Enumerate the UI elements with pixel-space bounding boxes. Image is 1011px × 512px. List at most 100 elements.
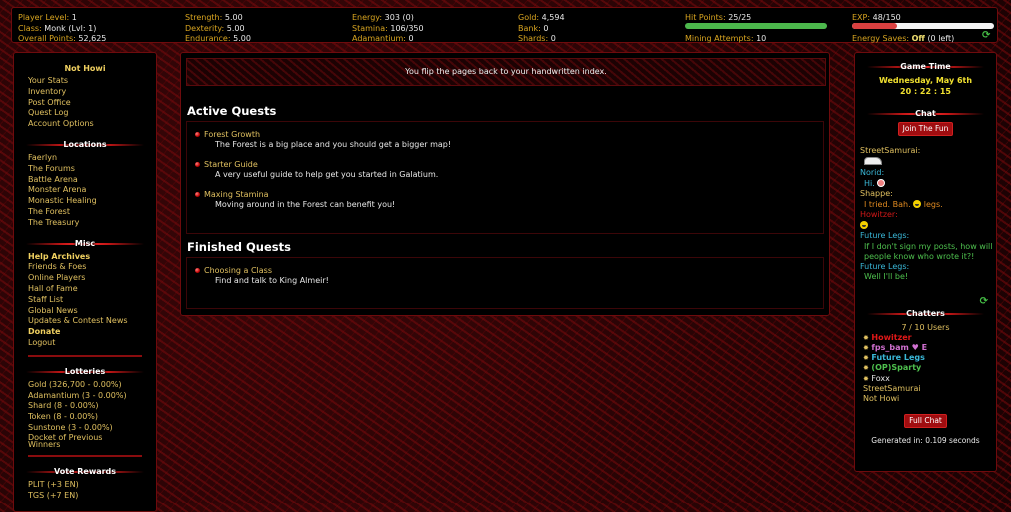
nav-quest-log[interactable]: Quest Log [14,108,156,119]
chat-author[interactable]: Shappe: [860,189,996,200]
gold: Gold: 4,594 [518,13,565,22]
hp-bar-fill [685,23,827,29]
message-box: You flip the pages back to your handwrit… [186,58,826,86]
nav-the-forest[interactable]: The Forest [14,207,156,218]
quest-item: Starter Guide A very useful guide to hel… [187,160,823,180]
chatter: StreetSamurai [863,383,921,393]
vote-plit[interactable]: PLIT (+3 EN) [14,480,156,491]
quest-title[interactable]: Maxing Stamina [204,190,823,200]
quest-title[interactable]: Starter Guide [204,160,823,170]
locations-list: Faerlyn The Forums Battle Arena Monster … [14,153,156,229]
finished-quests-box: Choosing a Class Find and talk to King A… [186,257,824,309]
refresh-icon[interactable]: ⟳ [982,30,990,41]
hp-bar-track [685,23,827,29]
nav-post-office[interactable]: Post Office [14,98,156,109]
nav-battle-arena[interactable]: Battle Arena [14,175,156,186]
lottery-shard[interactable]: Shard (8 - 0.00%) [14,401,156,412]
nav-account-options[interactable]: Account Options [14,119,156,130]
active-quests-heading: Active Quests [187,104,277,118]
chat-message: I tried. Bah. legs. [864,199,943,209]
lottery-adamantium[interactable]: Adamantium (3 - 0.00%) [14,391,156,402]
nav-logout[interactable]: Logout [14,338,156,349]
chat-author[interactable]: Future Legs: [860,262,996,273]
nav-monster-arena[interactable]: Monster Arena [14,185,156,196]
quest-description: A very useful guide to help get you star… [215,170,439,179]
chat-author[interactable]: Howitzer: [860,210,996,221]
nav-global-news[interactable]: Global News [14,306,156,317]
quest-item: Choosing a Class Find and talk to King A… [187,266,823,286]
chat-author[interactable]: Future Legs: [860,231,996,242]
refresh-chat-icon[interactable]: ⟳ [855,296,996,307]
game-clock: 20 : 22 : 15 [900,87,951,96]
star-icon: ✸ [863,374,869,383]
divider [28,454,142,457]
energy-saves: Energy Saves: Off (0 left) [852,34,955,43]
chat-author[interactable]: Norid: [860,168,996,179]
lottery-token[interactable]: Token (8 - 0.00%) [14,412,156,423]
active-quests-box: Forest Growth The Forest is a big place … [186,121,824,234]
chatter: ✸ fps_bam ♥ E [863,342,928,352]
quest-log-panel: You flip the pages back to your handwrit… [180,52,830,316]
game-time-heading: Game Time [855,60,996,73]
chat-message: If I don't sign my posts, how will peopl… [864,241,993,261]
lotteries-list: Gold (326,700 - 0.00%) Adamantium (3 - 0… [14,380,156,449]
strength: Strength: 5.00 [185,13,243,22]
stats-column-3: Energy: 303 (0) Stamina: 106/350 Adamant… [352,13,424,45]
nav-staff-list[interactable]: Staff List [14,295,156,306]
chat-author[interactable]: StreetSamurai: [860,146,996,157]
stats-column-4: Gold: 4,594 Bank: 0 Shards: 0 [518,13,565,45]
chatter: ✸ (OP)Sparty [863,363,922,373]
star-icon: ✸ [863,364,869,373]
chatter: ✸ Howitzer [863,332,912,342]
quest-title[interactable]: Choosing a Class [204,266,823,276]
mining-attempts: Mining Attempts: 10 [685,34,767,43]
player-status-bar: Player Level: 1 Class: Monk (Lvl: 1) Ove… [11,7,998,43]
nav-the-forums[interactable]: The Forums [14,164,156,175]
quest-title[interactable]: Forest Growth [204,130,823,140]
left-sidebar: Not Howi Your Stats Inventory Post Offic… [13,52,157,512]
quest-description: Moving around in the Forest can benefit … [215,200,396,209]
nav-updates-contest-news[interactable]: Updates & Contest News [14,316,156,327]
smiley-icon [913,199,922,208]
nav-donate[interactable]: Donate [14,327,156,338]
nav-help-archives[interactable]: Help Archives [14,252,156,263]
lottery-gold[interactable]: Gold (326,700 - 0.00%) [14,380,156,391]
nav-online-players[interactable]: Online Players [14,273,156,284]
quest-description: The Forest is a big place and you should… [215,140,452,149]
right-sidebar: Game Time Wednesday, May 6th 20 : 22 : 1… [854,52,997,472]
stats-column-2: Strength: 5.00 Dexterity: 5.00 Endurance… [185,13,251,45]
generated-time: Generated in: 0.109 seconds [871,435,980,445]
chatters-count: 7 / 10 Users [901,322,950,332]
vote-rewards-heading: Vote Rewards [14,465,156,478]
misc-heading: Misc [14,237,156,250]
chatter: Not Howi [863,394,900,404]
nav-inventory[interactable]: Inventory [14,87,156,98]
nav-friends-foes[interactable]: Friends & Foes [14,262,156,273]
adamantium: Adamantium: 0 [352,34,414,43]
nav-hall-of-fame[interactable]: Hall of Fame [14,284,156,295]
nav-your-stats[interactable]: Your Stats [14,76,156,87]
nav-the-treasury[interactable]: The Treasury [14,218,156,229]
bullet-icon [195,132,200,137]
lottery-docket-previous-winners[interactable]: Docket of Previous Winners [14,433,118,449]
game-date: Wednesday, May 6th [878,76,973,85]
bullet-icon [195,192,200,197]
star-icon: ✸ [863,333,869,342]
join-chat-button[interactable]: Join The Fun [897,122,954,136]
shards: Shards: 0 [518,34,556,43]
stamina: Stamina: 106/350 [352,23,424,33]
lotteries-heading: Lotteries [14,365,156,378]
user-links: Your Stats Inventory Post Office Quest L… [14,76,156,130]
chatter: ✸ Foxx [863,373,890,383]
bullet-icon [195,162,200,167]
nav-monastic-healing[interactable]: Monastic Healing [14,196,156,207]
full-chat-button[interactable]: Full Chat [904,413,947,428]
chat-log: StreetSamurai: Norid: Hi. Shappe: I trie… [855,146,996,283]
finished-quests-heading: Finished Quests [187,240,291,254]
player-level: Player Level: 1 [18,13,77,22]
misc-list: Help Archives Friends & Foes Online Play… [14,252,156,349]
nav-faerlyn[interactable]: Faerlyn [14,153,156,164]
vote-tgs[interactable]: TGS (+7 EN) [14,491,156,502]
exp-bar-track [852,23,994,29]
chatters-list: ✸ Howitzer ✸ fps_bam ♥ E ✸ Future Legs ✸… [855,333,996,405]
